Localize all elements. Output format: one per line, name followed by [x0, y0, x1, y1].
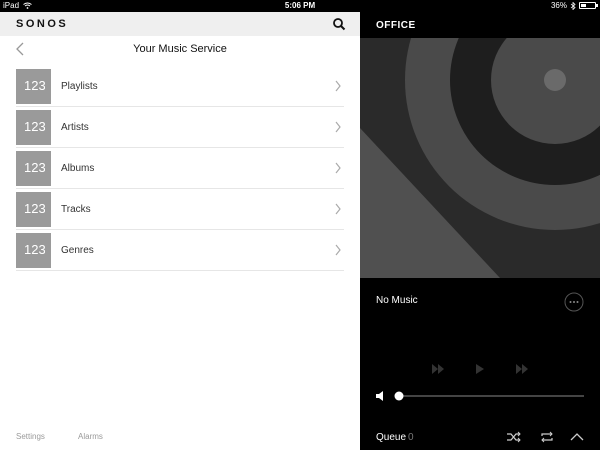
item-label: Genres — [61, 244, 94, 256]
play-icon[interactable] — [476, 364, 484, 374]
item-label: Artists — [61, 121, 89, 133]
battery-icon — [579, 2, 598, 9]
browse-list: 123 Playlists 123 Artists 123 Albums 123… — [16, 66, 344, 271]
transport-controls — [432, 364, 528, 374]
tab-settings[interactable]: Settings — [16, 432, 45, 441]
numbers-icon: 123 — [24, 119, 45, 134]
volume-control — [376, 391, 584, 401]
room-title[interactable]: OFFICE — [376, 20, 416, 31]
queue-button[interactable]: Queue — [376, 432, 406, 443]
battery-percent: 36% — [550, 1, 567, 10]
svg-text:123: 123 — [24, 78, 45, 93]
album-art-placeholder — [360, 38, 600, 278]
numbers-icon: 123 — [24, 201, 45, 216]
item-thumbnail: 123 — [16, 191, 51, 227]
item-thumbnail: 123 — [16, 232, 51, 268]
item-label: Albums — [61, 162, 95, 174]
browse-pane: SONOS Your Music Service 123 Playlists 1… — [0, 12, 360, 450]
repeat-icon[interactable] — [540, 431, 554, 443]
now-playing-pane: OFFICE No Music Queue 0 — [360, 12, 600, 450]
chevron-right-icon — [335, 244, 341, 256]
list-item-albums[interactable]: 123 Albums — [16, 148, 344, 189]
app-header: SONOS — [0, 12, 360, 36]
svg-text:123: 123 — [24, 160, 45, 175]
chevron-right-icon — [335, 162, 341, 174]
search-icon[interactable] — [332, 17, 346, 31]
numbers-icon: 123 — [24, 242, 45, 257]
page-header: Your Music Service — [0, 36, 360, 62]
speaker-icon — [376, 391, 383, 401]
chevron-up-icon[interactable] — [570, 431, 584, 443]
chevron-right-icon — [335, 80, 341, 92]
tab-alarms[interactable]: Alarms — [78, 432, 103, 441]
more-icon[interactable] — [564, 292, 584, 312]
player-footer: Queue 0 — [360, 424, 600, 450]
list-item-playlists[interactable]: 123 Playlists — [16, 66, 344, 107]
item-label: Playlists — [61, 80, 98, 92]
item-thumbnail: 123 — [16, 68, 51, 104]
chevron-right-icon — [335, 203, 341, 215]
brand-logo: SONOS — [16, 18, 69, 30]
numbers-icon: 123 — [24, 78, 45, 93]
list-item-artists[interactable]: 123 Artists — [16, 107, 344, 148]
queue-count: 0 — [408, 432, 414, 443]
item-thumbnail: 123 — [16, 150, 51, 186]
shuffle-icon[interactable] — [507, 431, 521, 443]
bluetooth-icon — [570, 1, 576, 10]
list-item-genres[interactable]: 123 Genres — [16, 230, 344, 271]
previous-icon[interactable] — [432, 364, 444, 374]
battery-fill — [581, 4, 586, 7]
status-bar: iPad 5:06 PM 36% — [0, 0, 600, 12]
item-thumbnail: 123 — [16, 109, 51, 145]
numbers-icon: 123 — [24, 160, 45, 175]
status-time: 5:06 PM — [284, 1, 316, 10]
svg-text:123: 123 — [24, 242, 45, 257]
next-icon[interactable] — [516, 364, 528, 374]
svg-text:123: 123 — [24, 119, 45, 134]
track-title: No Music — [376, 295, 418, 306]
svg-text:123: 123 — [24, 201, 45, 216]
volume-slider-knob[interactable] — [394, 391, 404, 401]
item-label: Tracks — [61, 203, 91, 215]
page-title: Your Music Service — [133, 43, 227, 55]
bottom-tabs: Settings Alarms — [0, 424, 360, 450]
chevron-right-icon — [335, 121, 341, 133]
list-item-tracks[interactable]: 123 Tracks — [16, 189, 344, 230]
